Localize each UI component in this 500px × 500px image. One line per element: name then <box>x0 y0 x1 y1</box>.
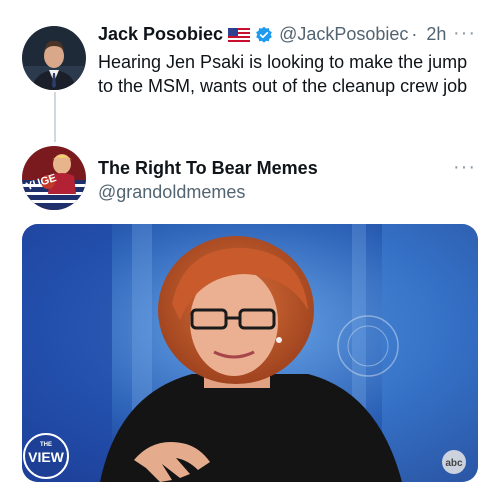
tweet-text: Hearing Jen Psaki is looking to make the… <box>98 52 468 96</box>
more-options-icon[interactable]: ··· <box>453 156 476 179</box>
tweet-media-image[interactable]: THE VIEW abc <box>22 224 478 482</box>
verified-badge-icon <box>255 26 273 44</box>
user-handle[interactable]: @grandoldmemes <box>98 182 245 203</box>
abc-network-logo: abc <box>442 450 466 474</box>
avatar[interactable]: YUGE <box>22 146 86 210</box>
timestamp[interactable]: 2h <box>426 24 446 45</box>
separator-dot: · <box>411 24 418 44</box>
profile-photo-icon <box>22 26 86 90</box>
yuge-meme-avatar-icon: YUGE <box>22 146 86 210</box>
avatar[interactable] <box>22 26 86 90</box>
us-flag-icon <box>228 27 251 42</box>
thread-connector-line <box>54 92 56 142</box>
svg-text:VIEW: VIEW <box>28 449 65 465</box>
svg-text:abc: abc <box>445 458 463 469</box>
display-name[interactable]: Jack Posobiec <box>98 24 223 45</box>
the-view-logo: THE VIEW <box>23 433 69 479</box>
user-handle[interactable]: @JackPosobiec <box>279 24 408 45</box>
svg-text:THE: THE <box>40 442 52 448</box>
tweet-header: Jack Posobiec @JackPosobiec · 2h <box>98 24 446 45</box>
tweet-header: The Right To Bear Memes <box>98 158 318 179</box>
display-name[interactable]: The Right To Bear Memes <box>98 158 318 179</box>
more-options-icon[interactable]: ··· <box>453 22 476 45</box>
